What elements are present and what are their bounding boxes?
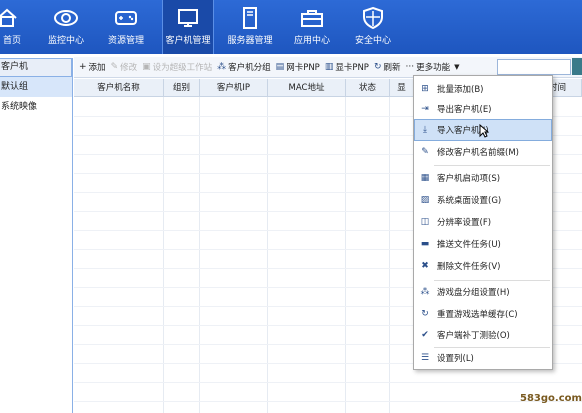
ellipsis-icon: ··· [405,62,415,72]
grid-line [267,97,268,413]
batch-add-icon: ⊞ [421,84,429,94]
export-icon: ⇥ [421,104,429,114]
client-group-button[interactable]: ⁂ 客户机分组 [217,61,271,73]
sidebar-item-system-image[interactable]: 系统映像 [0,97,72,117]
nav-resource-label: 资源管理 [107,36,144,46]
group-icon: ⁂ [420,287,430,297]
nav-client-management[interactable]: 客户机管理 [162,0,214,54]
server-icon [237,6,263,30]
more-functions-menu: ⊞ 批量添加(B) ⇥ 导出客户机(E) ⤓ 导入客户机(I) ✎ 修改客户机名前缀(M… [413,75,553,370]
menu-item-game-disk-group[interactable]: ⁂ 游戏盘分组设置(H) [415,282,551,302]
sidebar-item-default-group[interactable]: 默认组 [0,77,72,97]
edit-button[interactable]: ✎ 修改 [111,61,138,73]
column-header-status[interactable]: 状态 [346,79,390,97]
dropdown-arrow-icon: ▼ [454,63,460,71]
nav-app-label: 应用中心 [293,36,330,46]
nav-monitor-label: 监控中心 [47,36,84,46]
reset-icon: ↻ [421,309,429,319]
column-header-group[interactable]: 组别 [164,79,200,97]
display-pnp-button[interactable]: ▥ 显卡PNP [325,61,369,73]
nic-icon: ▤ [275,62,285,72]
column-header-display[interactable]: 显 [390,79,414,97]
shield-icon [360,6,386,30]
nav-client-label: 客户机管理 [165,36,211,46]
resolution-icon: ◫ [420,217,430,227]
watermark: 583go.com [520,393,582,404]
group-icon: ⁂ [217,62,227,72]
menu-item-delete-file-task[interactable]: ✖ 删除文件任务(V) [415,256,551,276]
menu-item-client-patch-test[interactable]: ✔ 客户端补丁测验(O) [415,325,551,345]
patch-icon: ✔ [421,330,429,340]
nav-resource-management[interactable]: 资源管理 [105,0,147,54]
refresh-icon: ↻ [373,62,382,72]
nav-monitor-center[interactable]: 监控中心 [45,0,87,54]
import-icon: ⤓ [423,125,427,135]
menu-item-boot-items[interactable]: ▦ 客户机启动项(S) [415,168,551,188]
nav-home[interactable]: 首页 [0,0,24,54]
grid-row-line [74,382,582,383]
eye-icon [53,6,79,30]
display-card-icon: ▥ [324,62,334,72]
menu-item-edit-name-prefix[interactable]: ✎ 修改客户机名前缀(M) [415,142,551,162]
home-icon [0,6,20,30]
delete-icon: ✖ [421,261,429,271]
monitor-icon [175,6,201,30]
nic-pnp-button[interactable]: ▤ 网卡PNP [276,61,320,73]
menu-item-batch-add[interactable]: ⊞ 批量添加(B) [415,79,551,99]
column-header-client-name[interactable]: 客户机名称 [74,79,164,97]
menu-separator [434,165,550,166]
search-button[interactable] [572,58,582,75]
grid-line [163,97,164,413]
menu-item-column-settings[interactable]: ☰ 设置列(L) [415,348,551,368]
menu-item-resolution-settings[interactable]: ◫ 分辨率设置(F) [415,212,551,232]
grid-line [199,97,200,413]
gamepad-icon [113,6,139,30]
client-group-sidebar: 客户机 默认组 系统映像 [0,58,73,413]
menu-item-export-clients[interactable]: ⇥ 导出客户机(E) [415,99,551,119]
column-header-client-ip[interactable]: 客户机IP [200,79,268,97]
set-workstation-button[interactable]: ▣ 设为超级工作站 [142,61,212,73]
grid-line [389,97,390,413]
boot-list-icon: ▦ [420,173,430,183]
top-nav-bar: 首页 监控中心 资源管理 客户机管理 服务器管理 应用中心 安全中心 [0,0,582,54]
menu-item-push-file-task[interactable]: ▬ 推送文件任务(U) [415,234,551,254]
add-button[interactable]: + 添加 [79,61,106,73]
workstation-icon: ▣ [142,62,151,72]
nav-app-center[interactable]: 应用中心 [291,0,333,54]
pen-icon: ✎ [421,147,429,157]
menu-separator [434,280,550,281]
nav-security-label: 安全中心 [354,36,391,46]
more-functions-button[interactable]: ··· 更多功能 ▼ [406,61,462,73]
refresh-button[interactable]: ↻ 刷新 [374,61,401,73]
sidebar-title: 客户机 [0,58,72,77]
grid-line [345,97,346,413]
menu-item-desktop-settings[interactable]: ▨ 系统桌面设置(G) [415,190,551,210]
columns-icon: ☰ [420,353,430,363]
nav-security-center[interactable]: 安全中心 [352,0,394,54]
search-input[interactable] [497,59,571,75]
menu-item-reset-menu-cache[interactable]: ↻ 重置游戏选单缓存(C) [415,304,551,324]
pencil-icon: ✎ [110,62,119,72]
nav-server-label: 服务器管理 [227,36,273,46]
mouse-pointer-icon [479,123,490,141]
toolbox-icon [299,6,325,30]
grid-row-line [74,401,582,402]
column-header-mac[interactable]: MAC地址 [268,79,346,97]
nav-server-management[interactable]: 服务器管理 [227,0,273,54]
nav-home-label: 首页 [2,36,21,46]
desktop-icon: ▨ [420,195,430,205]
plus-icon: + [79,62,87,72]
push-file-icon: ▬ [420,239,430,249]
